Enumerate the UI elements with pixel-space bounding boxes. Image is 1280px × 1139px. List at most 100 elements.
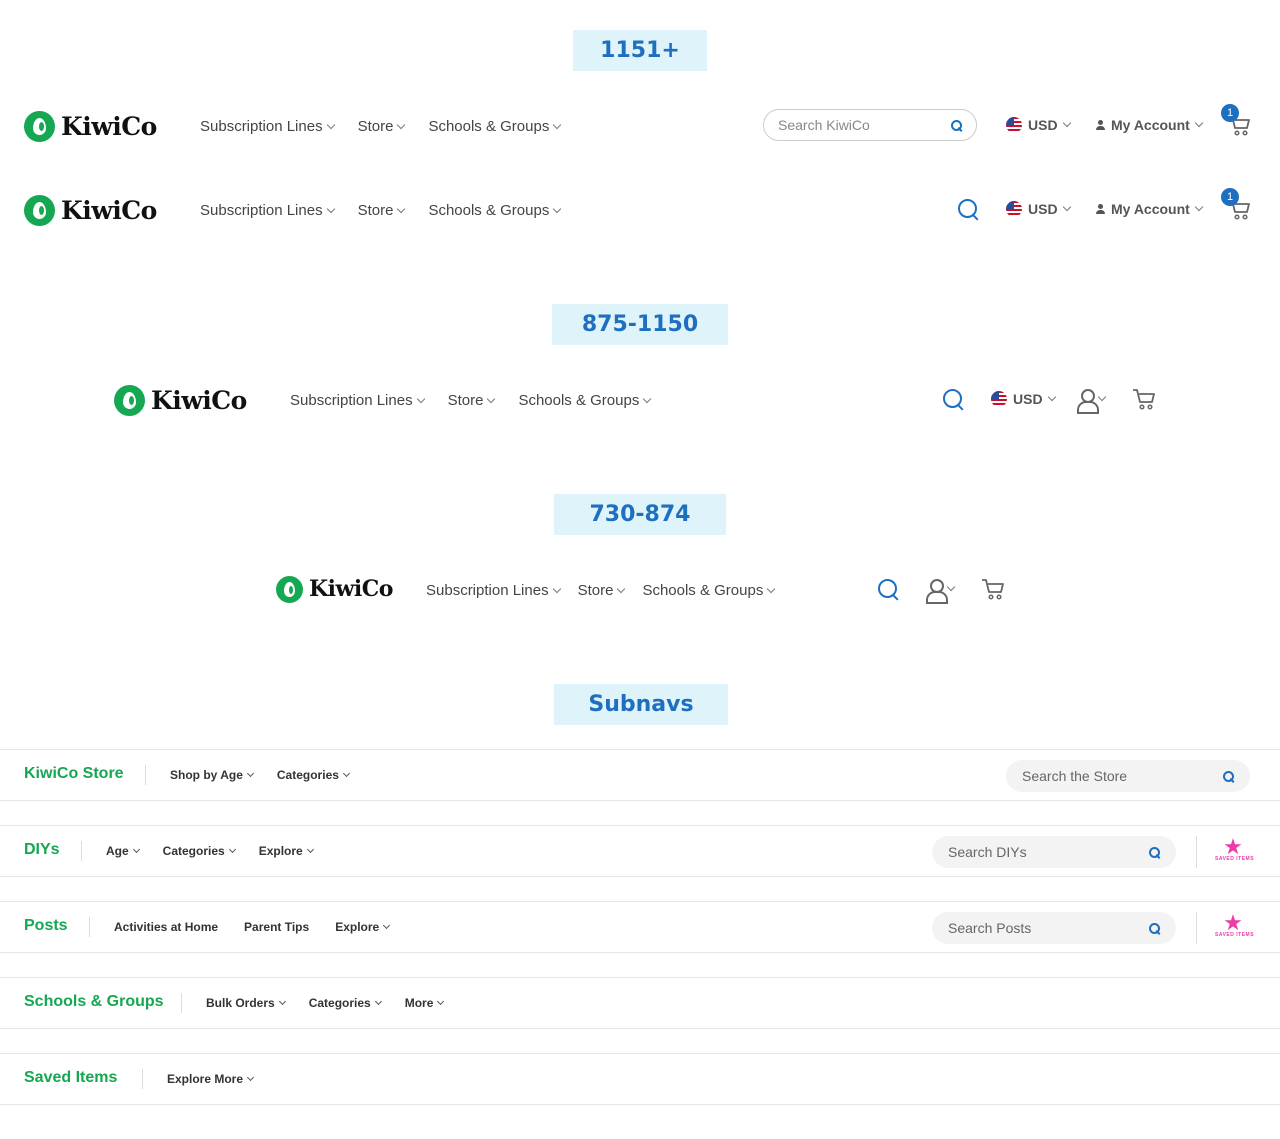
currency-selector[interactable]: USD (1006, 117, 1071, 133)
search-icon[interactable] (1149, 846, 1160, 858)
subnav-link-activities-at-home[interactable]: Activities at Home (114, 920, 218, 934)
breakpoint-label-wide: 1151+ (573, 30, 707, 71)
us-flag-icon (991, 391, 1007, 407)
us-flag-icon (1006, 117, 1022, 133)
search-input[interactable]: Search KiwiCo (763, 109, 977, 141)
subnav-link-bulk-orders[interactable]: Bulk Orders (206, 996, 286, 1010)
nav-label: Subscription Lines (426, 582, 549, 599)
subnav-link-age[interactable]: Age (106, 844, 140, 858)
chevron-down-icon[interactable] (1097, 392, 1107, 402)
cart-count-badge: 1 (1221, 104, 1239, 122)
search-icon[interactable] (951, 119, 962, 131)
subnav-link-categories[interactable]: Categories (162, 844, 236, 858)
logo-text: KiwiCo (61, 195, 157, 225)
kiwico-logo[interactable]: KiwiCo (24, 190, 157, 230)
currency-selector[interactable]: USD (991, 391, 1056, 407)
subnav-title[interactable]: Schools & Groups (24, 993, 164, 1011)
nav-subscription-lines[interactable]: Subscription Lines (426, 582, 561, 599)
nav-schools-groups[interactable]: Schools & Groups (428, 202, 562, 219)
nav-store[interactable]: Store (358, 118, 406, 135)
nav-label: Schools & Groups (642, 582, 764, 599)
subnav-link-explore-more[interactable]: Explore More (167, 1072, 255, 1086)
chevron-down-icon (437, 997, 445, 1005)
link-label: Explore (335, 920, 380, 934)
diys-search-input[interactable]: Search DIYs (932, 836, 1176, 868)
subnav-link-explore[interactable]: Explore (259, 844, 314, 858)
chevron-down-icon[interactable] (946, 582, 956, 592)
chevron-down-icon (1062, 202, 1071, 212)
nav-store[interactable]: Store (357, 202, 406, 219)
star-icon: ★ (1223, 834, 1243, 859)
account-label: My Account (1111, 201, 1190, 217)
nav-schools-groups[interactable]: Schools & Groups (428, 118, 562, 135)
nav-subscription-lines[interactable]: Subscription Lines (200, 118, 335, 135)
link-label: Shop by Age (170, 768, 243, 782)
chevron-down-icon (416, 394, 425, 403)
currency-label: USD (1013, 391, 1043, 407)
nav-subscription-lines[interactable]: Subscription Lines (290, 392, 425, 409)
saved-items-button[interactable]: ★ SAVED ITEMS (1215, 834, 1255, 868)
subnav-links: Age Categories Explore (106, 844, 314, 858)
subnav-title[interactable]: KiwiCo Store (24, 765, 124, 783)
subnav-title[interactable]: DIYs (24, 841, 60, 859)
subnav-saved-items: Saved Items Explore More (0, 1053, 1280, 1105)
divider (89, 917, 90, 937)
nav-store[interactable]: Store (447, 392, 496, 409)
subnav-link-categories[interactable]: Categories (277, 768, 350, 782)
nav-label: Subscription Lines (200, 202, 323, 219)
nav-label: Store (577, 582, 614, 599)
kiwico-logo[interactable]: KiwiCo (24, 106, 157, 146)
subnav-link-parent-tips[interactable]: Parent Tips (244, 920, 309, 934)
subnav-link-shop-by-age[interactable]: Shop by Age (170, 768, 254, 782)
subnav-link-explore[interactable]: Explore (335, 920, 391, 934)
user-icon[interactable] (1077, 389, 1099, 414)
account-menu[interactable]: My Account (1096, 117, 1204, 133)
currency-selector[interactable]: USD (1006, 201, 1071, 217)
breakpoint-label-narrow: 730-874 (554, 494, 726, 535)
nav-schools-groups[interactable]: Schools & Groups (642, 582, 776, 599)
user-icon[interactable] (926, 579, 948, 604)
divider (81, 841, 82, 861)
chevron-down-icon (1194, 202, 1204, 212)
link-label: Categories (162, 844, 225, 858)
subnav-title[interactable]: Posts (24, 917, 68, 935)
nav-label: Store (357, 202, 394, 219)
cart-icon[interactable] (1132, 388, 1156, 410)
saved-items-label: SAVED ITEMS (1215, 856, 1255, 862)
subnav-title[interactable]: Saved Items (24, 1069, 117, 1087)
subnav-link-more[interactable]: More (404, 996, 445, 1010)
saved-items-button[interactable]: ★ SAVED ITEMS (1215, 912, 1254, 944)
chevron-down-icon (397, 204, 406, 213)
search-icon[interactable] (958, 199, 980, 221)
nav-label: Subscription Lines (200, 118, 323, 135)
search-placeholder: Search KiwiCo (778, 117, 870, 133)
nav-label: Schools & Groups (518, 392, 640, 409)
nav-store[interactable]: Store (577, 582, 626, 599)
cart-icon[interactable] (981, 578, 1005, 600)
kiwico-logo[interactable]: KiwiCo (114, 380, 247, 420)
breakpoint-label-subnavs: Subnavs (554, 684, 728, 725)
subnav-posts: Posts Activities at Home Parent Tips Exp… (0, 901, 1280, 953)
nav-label: Schools & Groups (428, 118, 550, 135)
nav-subscription-lines[interactable]: Subscription Lines (200, 202, 335, 219)
posts-search-input[interactable]: Search Posts (932, 912, 1176, 944)
chevron-down-icon (246, 1073, 255, 1081)
link-label: More (404, 996, 434, 1010)
nav-schools-groups[interactable]: Schools & Groups (518, 392, 652, 409)
chevron-down-icon (553, 120, 562, 129)
chevron-down-icon (132, 845, 140, 853)
search-icon[interactable] (1149, 922, 1160, 934)
nav-label: Store (447, 392, 484, 409)
search-icon[interactable] (943, 389, 965, 411)
subnav-link-categories[interactable]: Categories (309, 996, 382, 1010)
kiwico-logo[interactable]: KiwiCo (276, 569, 393, 609)
currency-label: USD (1028, 117, 1058, 133)
search-icon[interactable] (1223, 770, 1234, 782)
store-search-input[interactable]: Search the Store (1006, 760, 1250, 792)
chevron-down-icon (278, 997, 286, 1005)
chevron-down-icon (342, 769, 350, 777)
subnav-diys: DIYs Age Categories Explore Search DIYs … (0, 825, 1280, 877)
account-menu[interactable]: My Account (1096, 201, 1204, 217)
search-icon[interactable] (878, 579, 900, 601)
chevron-down-icon (326, 204, 335, 213)
